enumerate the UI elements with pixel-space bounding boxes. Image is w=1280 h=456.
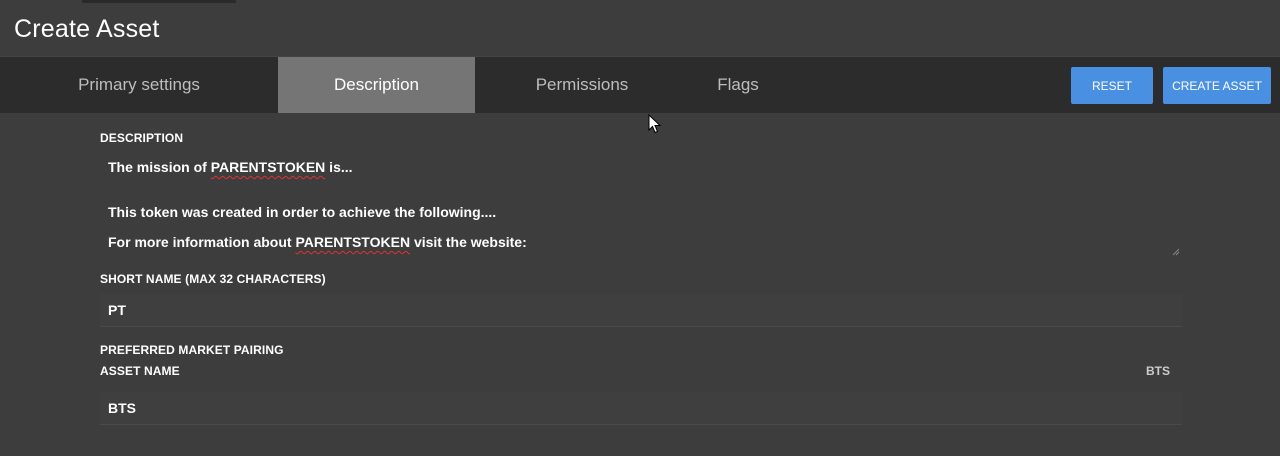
tab-permissions[interactable]: Permissions — [488, 57, 676, 113]
asset-name-label: ASSET NAME — [100, 364, 180, 378]
page-title: Create Asset — [14, 15, 160, 43]
short-name-input[interactable]: PT — [100, 294, 1182, 327]
top-strip-decoration — [82, 0, 236, 3]
tab-flags[interactable]: Flags — [676, 57, 800, 113]
spellcheck-token: PARENTSTOKEN — [295, 234, 411, 250]
mouse-pointer-icon — [648, 114, 662, 134]
description-line-2: This token was created in order to achie… — [108, 204, 497, 220]
create-asset-button[interactable]: CREATE ASSET — [1163, 67, 1271, 104]
reset-button[interactable]: RESET — [1071, 67, 1153, 104]
description-line-3-prefix: For more information about — [108, 234, 296, 250]
spellcheck-token: PARENTSTOKEN — [210, 159, 326, 175]
description-line-1-suffix: is... — [325, 159, 353, 175]
market-pairing-label: PREFERRED MARKET PAIRING — [100, 343, 284, 357]
short-name-value: PT — [108, 302, 126, 318]
tab-primary-settings[interactable]: Primary settings — [0, 57, 278, 113]
tab-bar: Primary settings Description Permissions… — [0, 56, 1280, 113]
description-line-1-prefix: The mission of — [108, 159, 211, 175]
asset-name-input[interactable]: BTS — [100, 392, 1182, 425]
description-label: DESCRIPTION — [100, 131, 184, 145]
description-line-3: For more information about PARENTSTOKEN … — [108, 234, 527, 250]
description-line-1: The mission of PARENTSTOKEN is... — [108, 159, 353, 175]
short-name-label: SHORT NAME (MAX 32 CHARACTERS) — [100, 272, 326, 286]
description-textarea[interactable]: The mission of PARENTSTOKEN is... This t… — [100, 150, 1182, 258]
asset-name-value: BTS — [108, 400, 136, 416]
asset-side-label: BTS — [1146, 364, 1170, 378]
description-line-3-suffix: visit the website: — [410, 234, 527, 250]
resize-grip-icon[interactable] — [1172, 248, 1180, 256]
tab-description[interactable]: Description — [278, 57, 475, 113]
